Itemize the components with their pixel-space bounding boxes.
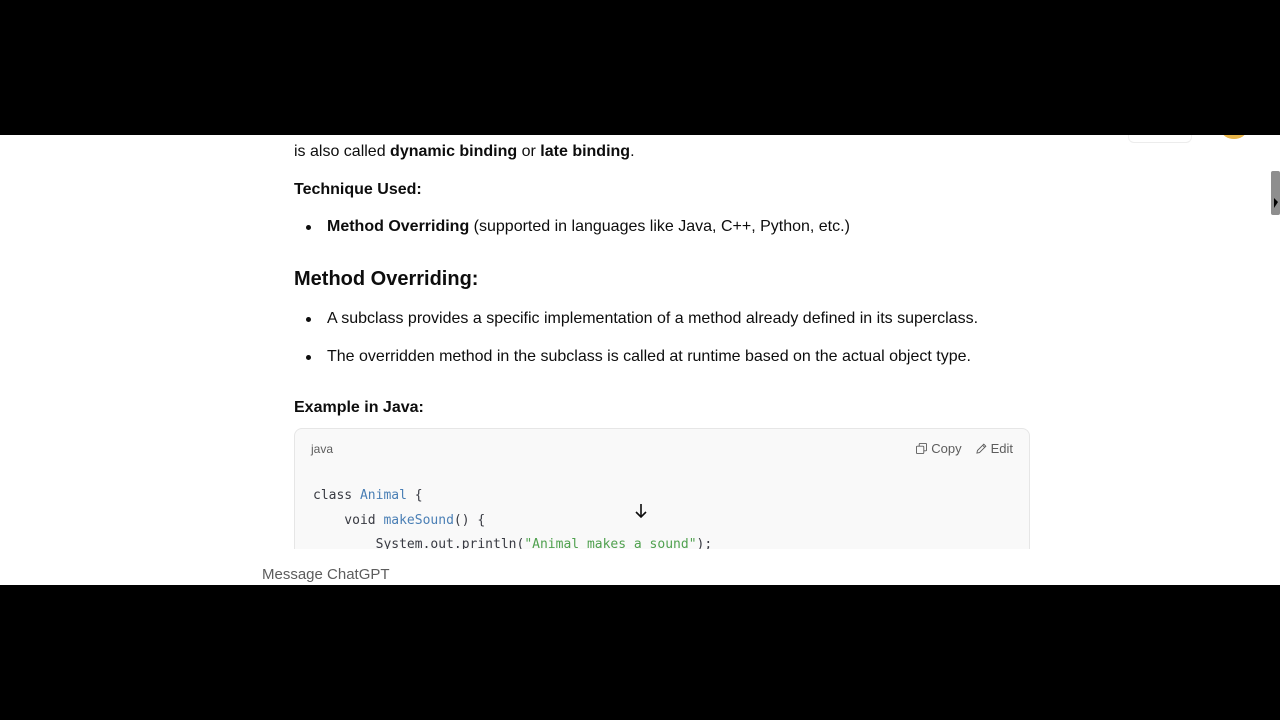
message-input[interactable]: [262, 566, 962, 583]
code-language: java: [311, 442, 334, 456]
letterbox-top: [0, 0, 1280, 135]
code-block: java Copy Edit class Animal {void makeS…: [294, 428, 1030, 569]
code-header: java Copy Edit: [295, 429, 1029, 469]
code-content: class Animal { void makeSound() { System…: [313, 484, 712, 558]
bullet-dot: [306, 355, 311, 360]
header-button-edge[interactable]: [1128, 135, 1192, 143]
copy-button[interactable]: Copy: [916, 441, 962, 456]
edit-pencil-icon: [975, 443, 987, 454]
message-composer: [240, 549, 1040, 585]
bullet-dot: [306, 317, 311, 322]
technique-label: Technique Used:: [294, 181, 422, 198]
code-line: class Animal {: [313, 488, 423, 503]
code-line: void makeSound() {: [313, 512, 486, 528]
bullet-dot: [306, 225, 311, 230]
scroll-to-bottom-button[interactable]: [632, 501, 650, 521]
chat-viewport: is also called dynamic binding or late b…: [0, 135, 1280, 585]
arrow-down-icon: [635, 504, 647, 519]
avatar[interactable]: [1222, 135, 1246, 139]
copy-icon: [916, 443, 928, 454]
section-heading: Method Overriding:: [294, 268, 479, 290]
cut-off-paragraph: is also called dynamic binding or late b…: [294, 143, 635, 160]
mouse-cursor: [1274, 198, 1278, 208]
scrollbar-thumb[interactable]: [1271, 171, 1280, 215]
letterbox-bottom: [0, 585, 1280, 720]
example-label: Example in Java:: [294, 399, 424, 416]
edit-button[interactable]: Edit: [975, 441, 1013, 456]
code-actions: Copy Edit: [916, 441, 1013, 456]
